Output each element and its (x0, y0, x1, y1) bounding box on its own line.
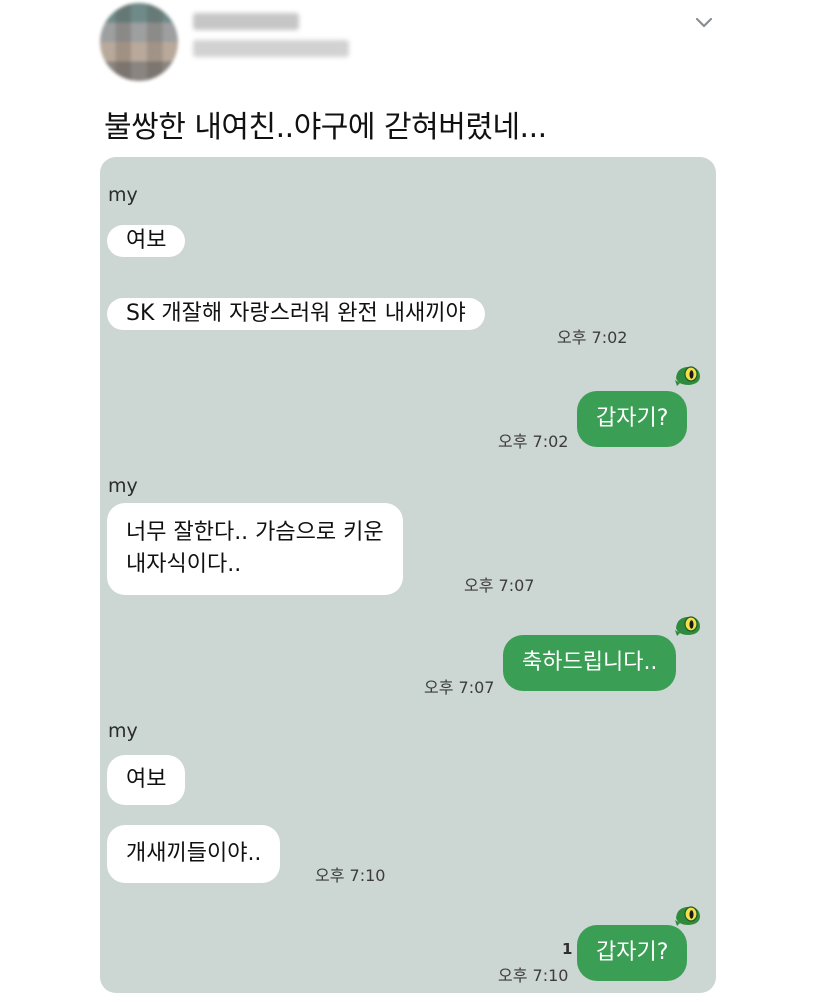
frog-sticker-icon (675, 366, 700, 386)
incoming-message-bubble[interactable]: SK 개잘해 자랑스러워 완전 내새끼야 (107, 298, 485, 330)
chevron-down-icon[interactable] (692, 10, 716, 34)
sender-name: my (108, 720, 138, 742)
blurred-display-name[interactable] (193, 13, 299, 30)
outgoing-message-bubble[interactable]: 갑자기? (577, 925, 688, 981)
message-timestamp: 오후 7:10 (315, 866, 386, 885)
message-timestamp: 오후 7:07 (464, 576, 535, 595)
chat-screenshot: my 여보 SK 개잘해 자랑스러워 완전 내새끼야 오후 7:02 갑자기? … (100, 157, 716, 993)
message-timestamp: 오후 7:02 (498, 432, 569, 451)
incoming-message-bubble[interactable]: 개새끼들이야.. (107, 825, 281, 883)
incoming-message-bubble[interactable]: 여보 (107, 225, 186, 257)
sender-name: my (108, 475, 138, 497)
message-timestamp: 오후 7:10 (498, 966, 569, 985)
frog-sticker-icon (675, 616, 700, 636)
unread-count: 1 (562, 940, 573, 958)
tweet-header (0, 0, 840, 90)
frog-sticker-icon (675, 906, 700, 926)
incoming-message-bubble[interactable]: 여보 (107, 755, 186, 805)
avatar[interactable] (100, 3, 178, 81)
message-timestamp: 오후 7:07 (424, 678, 495, 697)
tweet-text: 불쌍한 내여친..야구에 갇혀버렸네... (104, 110, 547, 145)
blurred-username (193, 40, 349, 57)
outgoing-message-bubble[interactable]: 갑자기? (577, 391, 688, 447)
message-timestamp: 오후 7:02 (557, 328, 628, 347)
sender-name: my (108, 184, 138, 206)
outgoing-message-bubble[interactable]: 축하드립니다.. (503, 635, 677, 691)
incoming-message-bubble[interactable]: 너무 잘한다.. 가슴으로 키운 내자식이다.. (107, 503, 403, 595)
